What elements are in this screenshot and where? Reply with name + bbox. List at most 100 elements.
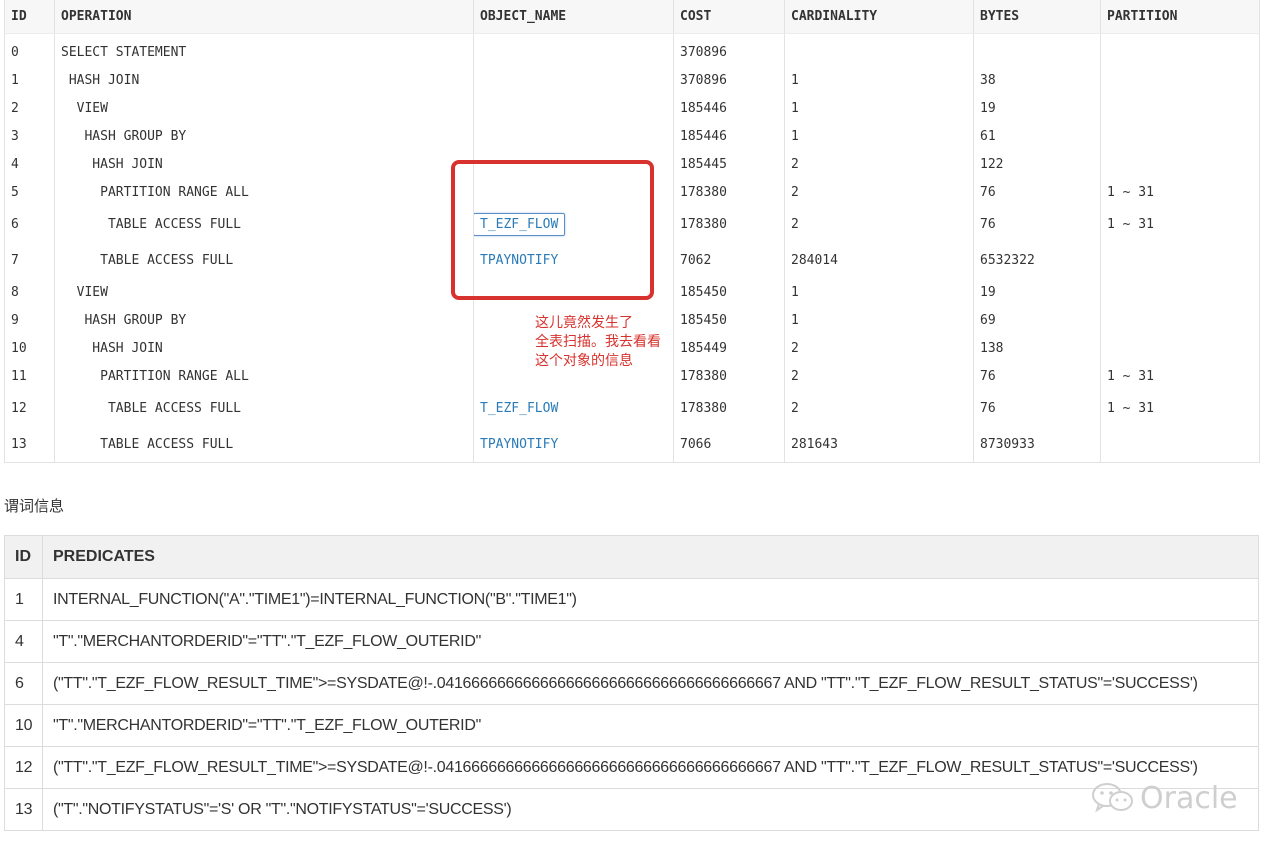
predicate-row: 10 "T"."MERCHANTORDERID"="TT"."T_EZF_FLOW…: [4, 704, 1259, 747]
predicate-text: ("T"."NOTIFYSTATUS"='S' OR "T"."NOTIFYST…: [42, 788, 1259, 831]
plan-cell-cardinality: 1: [784, 278, 974, 306]
plan-cell-bytes: [973, 33, 1101, 66]
predicate-row: 1 INTERNAL_FUNCTION("A"."TIME1")=INTERNAL…: [4, 578, 1259, 621]
plan-cell-cost: 370896: [673, 33, 785, 66]
plan-cell-id: 12: [4, 390, 55, 426]
plan-row: 1 HASH JOIN 370896 1 38: [4, 66, 1260, 94]
plan-cell-id: 4: [4, 150, 55, 178]
plan-cell-cardinality: 1: [784, 66, 974, 94]
plan-cell-operation: HASH JOIN: [54, 66, 474, 94]
plan-cell-operation: VIEW: [54, 278, 474, 306]
plan-cell-cost: 185446: [673, 94, 785, 122]
plan-cell-partition: [1100, 150, 1260, 178]
plan-cell-cardinality: 284014: [784, 242, 974, 278]
plan-cell-id: 10: [4, 334, 55, 362]
section-title: 谓词信息: [4, 497, 65, 515]
predicate-id: 6: [4, 662, 43, 705]
plan-cell-bytes: 122: [973, 150, 1101, 178]
plan-cell-object: TPAYNOTIFY: [473, 426, 674, 463]
plan-cell-operation: TABLE ACCESS FULL: [54, 426, 474, 463]
plan-cell-cardinality: 281643: [784, 426, 974, 463]
pred-col-id: ID: [4, 535, 43, 579]
plan-cell-cardinality: 1: [784, 122, 974, 150]
plan-cell-partition: [1100, 334, 1260, 362]
plan-cell-bytes: 19: [973, 278, 1101, 306]
plan-cell-cost: 185446: [673, 122, 785, 150]
plan-cell-cardinality: 1: [784, 94, 974, 122]
plan-cell-cardinality: 2: [784, 206, 974, 242]
predicate-text: "T"."MERCHANTORDERID"="TT"."T_EZF_FLOW_O…: [42, 704, 1259, 747]
plan-cell-id: 3: [4, 122, 55, 150]
predicate-row: 4 "T"."MERCHANTORDERID"="TT"."T_EZF_FLOW_…: [4, 620, 1259, 663]
plan-cell-id: 1: [4, 66, 55, 94]
plan-cell-cardinality: [784, 33, 974, 66]
plan-cell-bytes: 61: [973, 122, 1101, 150]
plan-cell-cardinality: 2: [784, 362, 974, 390]
plan-col-operation: OPERATION: [54, 0, 474, 34]
plan-cell-cost: 185450: [673, 306, 785, 334]
plan-cell-operation: HASH JOIN: [54, 150, 474, 178]
plan-cell-bytes: 138: [973, 334, 1101, 362]
watermark: Oracle: [1090, 778, 1238, 818]
predicate-row: 13 ("T"."NOTIFYSTATUS"='S' OR "T"."NOTIFY…: [4, 788, 1259, 831]
plan-cell-cost: 178380: [673, 206, 785, 242]
plan-cell-partition: [1100, 306, 1260, 334]
predicate-text: ("TT"."T_EZF_FLOW_RESULT_TIME">=SYSDATE@…: [42, 746, 1259, 789]
predicates-table: ID PREDICATES 1 INTERNAL_FUNCTION("A"."TI…: [4, 535, 1259, 831]
plan-cell-operation: HASH GROUP BY: [54, 122, 474, 150]
predicate-id: 13: [4, 788, 43, 831]
plan-cell-id: 0: [4, 33, 55, 66]
plan-cell-partition: 1 ~ 31: [1100, 206, 1260, 242]
plan-col-cardinality: CARDINALITY: [784, 0, 974, 34]
plan-cell-partition: 1 ~ 31: [1100, 178, 1260, 206]
plan-row: 3 HASH GROUP BY 185446 1 61: [4, 122, 1260, 150]
plan-cell-cardinality: 2: [784, 390, 974, 426]
plan-cell-cost: 178380: [673, 362, 785, 390]
plan-cell-cost: 7062: [673, 242, 785, 278]
predicate-text: "T"."MERCHANTORDERID"="TT"."T_EZF_FLOW_O…: [42, 620, 1259, 663]
object-name-link[interactable]: TPAYNOTIFY: [480, 437, 558, 452]
predicates-header-row: ID PREDICATES: [4, 535, 1259, 579]
plan-cell-object: [473, 33, 674, 66]
predicate-id: 1: [4, 578, 43, 621]
predicate-row: 12 ("TT"."T_EZF_FLOW_RESULT_TIME">=SYSDAT…: [4, 746, 1259, 789]
predicate-row: 6 ("TT"."T_EZF_FLOW_RESULT_TIME">=SYSDATE…: [4, 662, 1259, 705]
plan-cell-operation: PARTITION RANGE ALL: [54, 362, 474, 390]
plan-cell-cardinality: 2: [784, 150, 974, 178]
plan-cell-bytes: 19: [973, 94, 1101, 122]
plan-cell-cost: 178380: [673, 390, 785, 426]
plan-row: 13 TABLE ACCESS FULL TPAYNOTIFY 7066 281643…: [4, 426, 1260, 463]
plan-cell-partition: [1100, 33, 1260, 66]
plan-row: 0 SELECT STATEMENT 370896: [4, 33, 1260, 66]
annotation-line: 这个对象的信息: [535, 353, 633, 369]
plan-cell-cost: 178380: [673, 178, 785, 206]
plan-cell-id: 7: [4, 242, 55, 278]
plan-cell-bytes: 76: [973, 206, 1101, 242]
plan-cell-object: T_EZF_FLOW: [473, 390, 674, 426]
plan-cell-cardinality: 1: [784, 306, 974, 334]
plan-cell-cardinality: 2: [784, 178, 974, 206]
plan-col-bytes: BYTES: [973, 0, 1101, 34]
plan-cell-partition: [1100, 94, 1260, 122]
plan-cell-operation: TABLE ACCESS FULL: [54, 390, 474, 426]
plan-cell-bytes: 76: [973, 390, 1101, 426]
plan-cell-cost: 7066: [673, 426, 785, 463]
object-name-link[interactable]: T_EZF_FLOW: [480, 401, 558, 416]
plan-cell-bytes: 38: [973, 66, 1101, 94]
annotation-line: 全表扫描。我去看看: [535, 334, 661, 350]
plan-cell-operation: TABLE ACCESS FULL: [54, 206, 474, 242]
plan-cell-id: 5: [4, 178, 55, 206]
plan-cell-bytes: 69: [973, 306, 1101, 334]
plan-cell-cost: 185450: [673, 278, 785, 306]
wechat-icon: [1092, 783, 1133, 813]
plan-cell-operation: SELECT STATEMENT: [54, 33, 474, 66]
plan-cell-bytes: 76: [973, 178, 1101, 206]
plan-cell-partition: [1100, 66, 1260, 94]
plan-cell-id: 9: [4, 306, 55, 334]
plan-cell-partition: 1 ~ 31: [1100, 362, 1260, 390]
plan-cell-operation: HASH JOIN: [54, 334, 474, 362]
plan-cell-partition: [1100, 242, 1260, 278]
plan-col-object-name: OBJECT_NAME: [473, 0, 674, 34]
predicate-id: 4: [4, 620, 43, 663]
plan-cell-id: 8: [4, 278, 55, 306]
